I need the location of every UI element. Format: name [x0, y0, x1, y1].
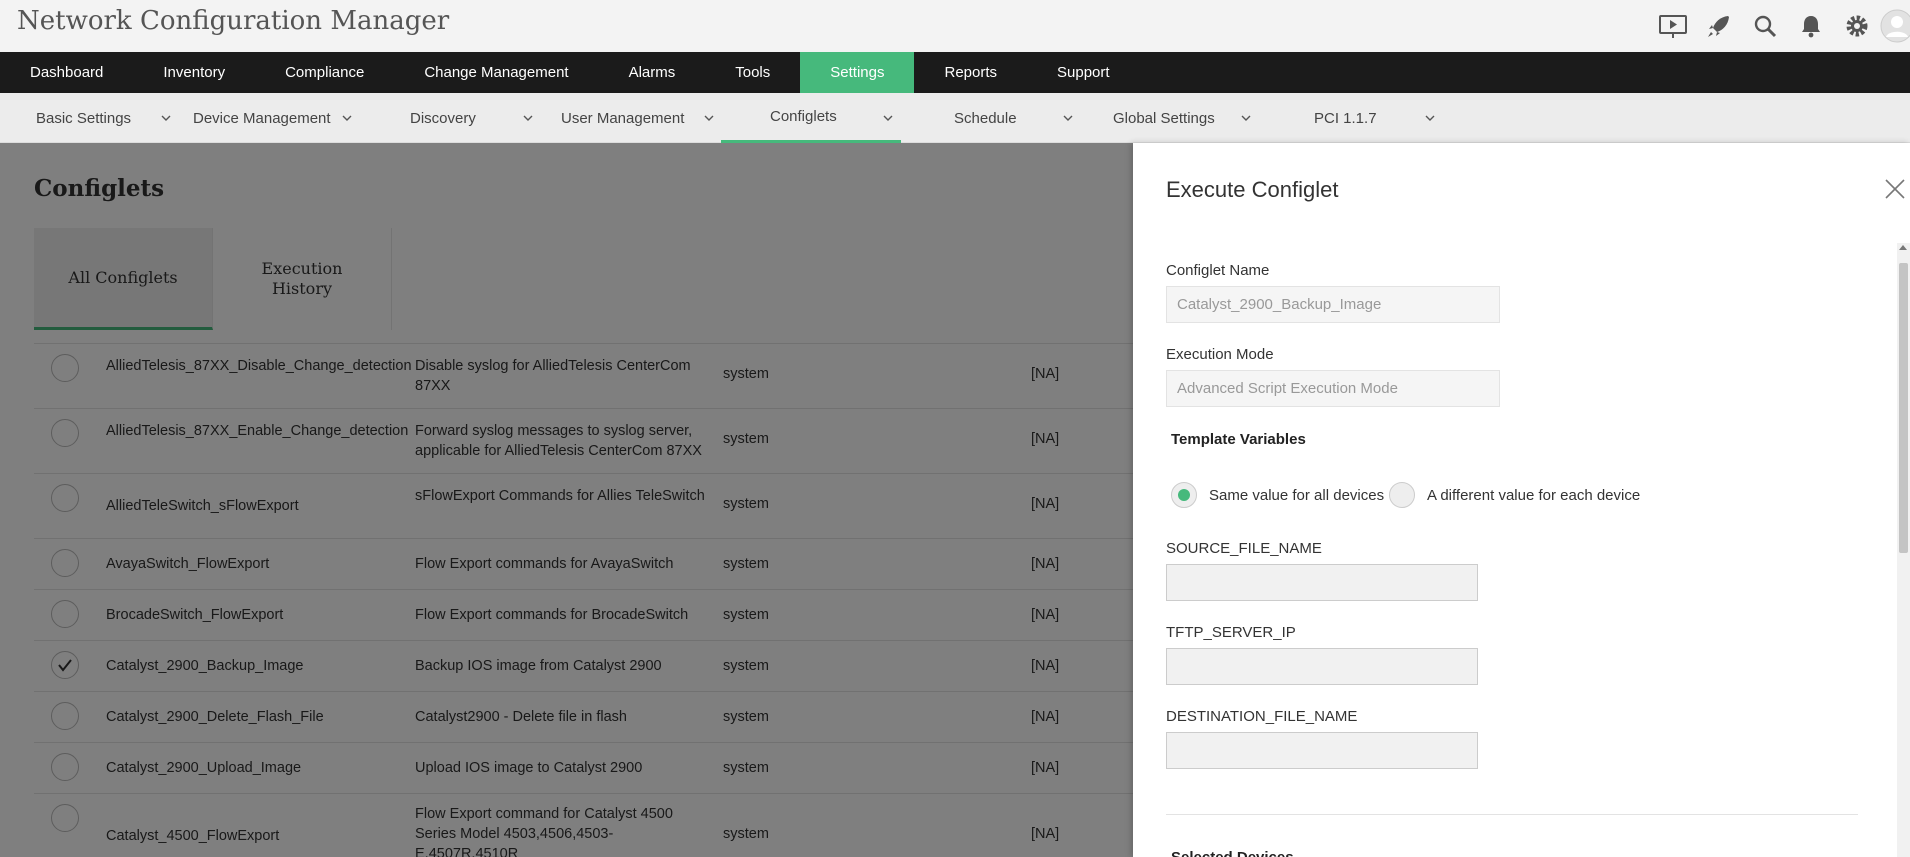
template-variables-heading: Template Variables — [1171, 431, 1306, 448]
chevron-down-icon — [342, 115, 352, 121]
nav-reports[interactable]: Reports — [914, 52, 1027, 93]
search-icon[interactable] — [1742, 0, 1788, 52]
configlet-name-field: Catalyst_2900_Backup_Image — [1166, 286, 1500, 323]
subnav-label: Configlets — [770, 108, 837, 125]
subnav-user-management[interactable]: User Management — [561, 93, 721, 143]
chevron-down-icon — [1425, 115, 1435, 121]
chevron-down-icon — [704, 115, 714, 121]
execute-configlet-panel: Execute Configlet Configlet Name Catalys… — [1133, 143, 1910, 857]
option-label: Same value for all devices — [1209, 486, 1385, 504]
subnav-label: Global Settings — [1113, 109, 1215, 127]
option-label: A different value for each device — [1427, 486, 1641, 504]
bell-icon[interactable] — [1788, 0, 1834, 52]
subnav-label: Device Management — [193, 109, 331, 127]
subnav-label: Basic Settings — [36, 109, 132, 127]
variable-label: DESTINATION_FILE_NAME — [1166, 708, 1358, 725]
gear-icon[interactable] — [1834, 0, 1880, 52]
subnav-pci[interactable]: PCI 1.1.7 — [1314, 93, 1444, 143]
subnav-label: User Management — [561, 109, 685, 127]
app-header: Network Configuration Manager — [0, 0, 1910, 52]
subnav-discovery[interactable]: Discovery — [410, 93, 540, 143]
destination-file-name-input[interactable] — [1166, 732, 1478, 769]
app-title: Network Configuration Manager — [17, 6, 450, 36]
nav-compliance[interactable]: Compliance — [255, 52, 394, 93]
section-divider — [1166, 814, 1858, 815]
scrollbar-thumb[interactable] — [1899, 263, 1908, 553]
subnav-global-settings[interactable]: Global Settings — [1113, 93, 1253, 143]
source-file-name-input[interactable] — [1166, 564, 1478, 601]
tftp-server-ip-input[interactable] — [1166, 648, 1478, 685]
rocket-icon[interactable] — [1696, 0, 1742, 52]
chevron-down-icon — [161, 115, 171, 121]
option-same-value[interactable]: Same value for all devices — [1171, 482, 1384, 508]
variable-label: TFTP_SERVER_IP — [1166, 624, 1296, 641]
subnav-label: PCI 1.1.7 — [1314, 109, 1377, 127]
nav-inventory[interactable]: Inventory — [133, 52, 255, 93]
subnav-configlets[interactable]: Configlets — [721, 93, 901, 143]
chevron-down-icon — [1241, 115, 1251, 121]
scroll-up-icon[interactable] — [1899, 245, 1907, 250]
execution-mode-label: Execution Mode — [1166, 346, 1274, 363]
radio-unselected-icon — [1389, 482, 1415, 508]
subnav-basic-settings[interactable]: Basic Settings — [36, 93, 176, 143]
modal-backdrop[interactable] — [0, 143, 1133, 857]
chevron-down-icon — [523, 115, 533, 121]
nav-dashboard[interactable]: Dashboard — [0, 52, 133, 93]
subnav-label: Discovery — [410, 109, 476, 127]
subnav-schedule[interactable]: Schedule — [954, 93, 1074, 143]
subnav-label: Schedule — [954, 109, 1017, 127]
sub-nav: Basic Settings Device Management Discove… — [0, 93, 1910, 143]
chevron-down-icon — [1063, 115, 1073, 121]
chevron-down-icon — [883, 115, 893, 121]
presentation-icon[interactable] — [1650, 0, 1696, 52]
radio-selected-icon — [1171, 482, 1197, 508]
execution-mode-field: Advanced Script Execution Mode — [1166, 370, 1500, 407]
nav-tools[interactable]: Tools — [705, 52, 800, 93]
variable-label: SOURCE_FILE_NAME — [1166, 540, 1322, 557]
header-icons — [1650, 0, 1910, 52]
selected-devices-heading: Selected Devices — [1171, 849, 1294, 857]
close-icon[interactable] — [1881, 175, 1909, 203]
nav-settings[interactable]: Settings — [800, 52, 915, 93]
nav-change-management[interactable]: Change Management — [394, 52, 598, 93]
user-avatar-icon[interactable] — [1880, 0, 1910, 52]
nav-support[interactable]: Support — [1027, 52, 1140, 93]
panel-scrollbar[interactable] — [1897, 243, 1910, 857]
main-nav: Dashboard Inventory Compliance Change Ma… — [0, 52, 1910, 93]
option-different-value[interactable]: A different value for each device — [1389, 482, 1640, 508]
panel-title: Execute Configlet — [1166, 177, 1339, 202]
configlet-name-label: Configlet Name — [1166, 262, 1270, 279]
subnav-device-management[interactable]: Device Management — [193, 93, 363, 143]
nav-alarms[interactable]: Alarms — [599, 52, 706, 93]
